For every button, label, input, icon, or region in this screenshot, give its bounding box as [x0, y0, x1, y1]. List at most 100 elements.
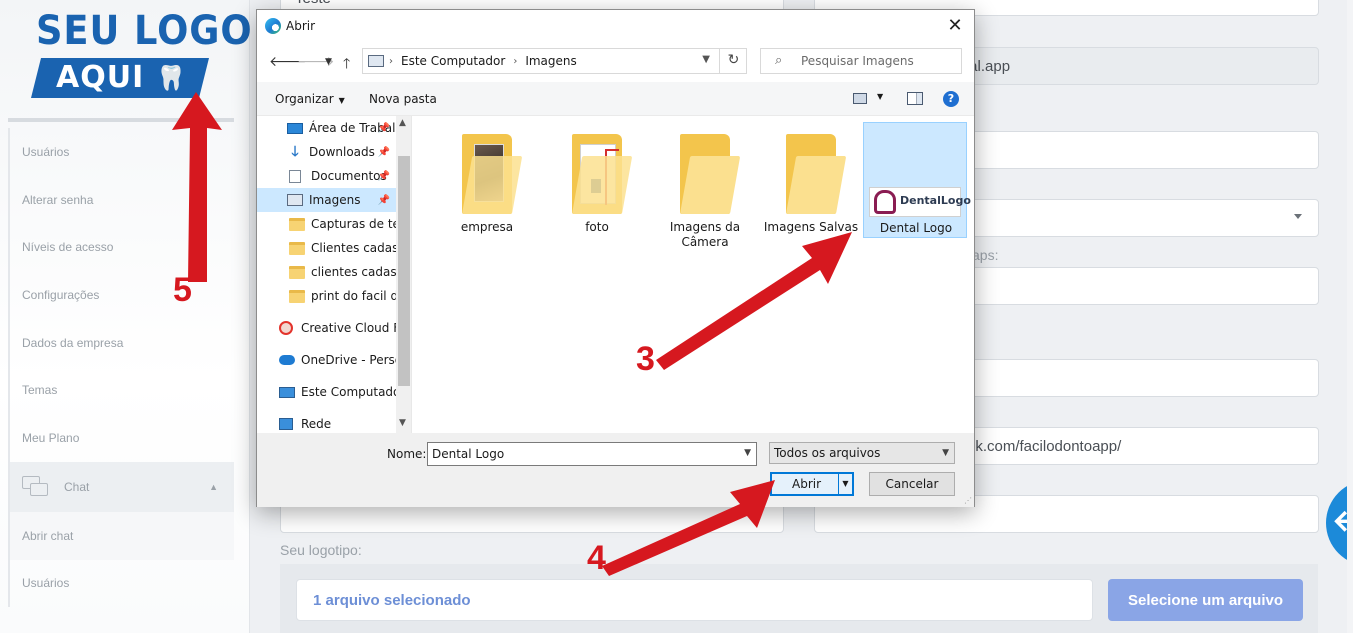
tree-scrollbar[interactable]: ▲ ▼	[396, 116, 411, 433]
preview-pane-icon[interactable]	[907, 92, 923, 105]
dialog-toolbar: Organizar ▼ Nova pasta ▼ ?	[257, 82, 974, 116]
file-name: Dental Logo	[879, 221, 953, 235]
tree-item-folder[interactable]: clientes cadastrados	[257, 260, 396, 284]
sidebar-group-chat[interactable]: Chat ▲	[8, 461, 234, 512]
breadcrumb-item[interactable]: Este Computador	[401, 54, 505, 68]
tree-item-desktop[interactable]: Área de Trabalho📌	[257, 116, 396, 140]
sidebar-nav: Usuários Alterar senha Níveis de acesso …	[8, 128, 234, 608]
sidebar-item-niveis-acesso[interactable]: Níveis de acesso	[8, 223, 234, 272]
tree-item-network[interactable]: Rede	[257, 412, 396, 433]
tree-item-this-pc[interactable]: Este Computador	[257, 380, 396, 404]
document-icon	[289, 169, 301, 183]
file-list: empresa foto Imagens da Câmera Imagens S…	[413, 116, 974, 433]
sidebar-item-configuracoes[interactable]: Configurações	[8, 271, 234, 319]
file-item-folder[interactable]: Imagens da Câmera	[653, 122, 757, 249]
file-type-value: Todos os arquivos	[774, 446, 881, 460]
file-type-select[interactable]: Todos os arquivos ▼	[769, 442, 955, 464]
chevron-right-icon: ›	[389, 55, 393, 67]
sidebar-item-chat-usuarios[interactable]: Usuários	[8, 559, 234, 608]
pin-icon: 📌	[377, 122, 390, 134]
tree-item-creative-cloud[interactable]: Creative Cloud Files	[257, 316, 396, 340]
page-scrollbar[interactable]	[1347, 0, 1353, 633]
sidebar-item-abrir-chat[interactable]: Abrir chat	[8, 511, 234, 560]
file-name: empresa	[460, 220, 514, 234]
sidebar-item-meu-plano[interactable]: Meu Plano	[8, 414, 234, 462]
file-item-folder[interactable]: Imagens Salvas	[759, 122, 863, 238]
close-button[interactable]: ✕	[937, 13, 973, 39]
dialog-footer: Nome: Dental Logo ▼ Todos os arquivos ▼ …	[257, 433, 974, 507]
organize-menu[interactable]: Organizar ▼	[275, 92, 345, 106]
tree-label: Rede	[301, 417, 332, 431]
file-item-image[interactable]: DentalLogo Dental Logo	[863, 122, 971, 238]
help-icon[interactable]: ?	[943, 91, 959, 107]
caret-down-icon[interactable]: ▼	[838, 474, 852, 494]
creative-cloud-icon	[279, 321, 293, 335]
chevron-down-icon	[1294, 214, 1302, 219]
tree-item-downloads[interactable]: 🡓 Downloads 📌	[257, 140, 396, 164]
new-folder-button[interactable]: Nova pasta	[369, 92, 437, 106]
tree-item-documents[interactable]: Documentos 📌	[257, 164, 396, 188]
tree-label: Capturas de tela	[311, 217, 396, 231]
company-logo[interactable]: SEU LOGO AQUI 🦷	[31, 8, 252, 100]
view-icon[interactable]	[853, 93, 867, 104]
open-file-dialog: Abrir ✕ 🡐 🡒 ▼ 🡑 › Este Computador › Imag…	[256, 9, 975, 507]
scroll-down-icon[interactable]: ▼	[399, 418, 406, 428]
thumbnail-text: DentalLogo	[900, 194, 971, 207]
address-bar[interactable]: › Este Computador › Imagens ▼	[362, 48, 747, 74]
tree-item-folder[interactable]: print do facil dental	[257, 284, 396, 308]
up-arrow-icon[interactable]: 🡑	[343, 53, 350, 77]
dialog-titlebar[interactable]: Abrir ✕	[257, 10, 974, 42]
sidebar-group-label: Chat	[64, 479, 90, 494]
select-file-button[interactable]: Selecione um arquivo	[1108, 579, 1303, 621]
filename-input[interactable]: Dental Logo ▼	[427, 442, 757, 466]
chevron-down-icon[interactable]: ▼	[702, 54, 710, 65]
chat-icon	[22, 475, 50, 498]
chevron-down-icon[interactable]: ▼	[744, 448, 751, 458]
sidebar-item-temas[interactable]: Temas	[8, 366, 234, 415]
file-item-folder[interactable]: foto	[545, 122, 649, 238]
scrollbar-thumb[interactable]	[398, 156, 410, 386]
logo-subtext: AQUI	[56, 60, 145, 95]
resize-grip-icon[interactable]: ⋰	[964, 496, 972, 505]
refresh-button[interactable]: ↻	[719, 48, 747, 74]
recent-locations-icon[interactable]: ▼	[325, 57, 332, 67]
upload-status: 1 arquivo selecionado	[296, 579, 1093, 621]
step-number: 3	[636, 340, 655, 378]
sidebar-item-usuarios[interactable]: Usuários	[8, 128, 234, 176]
onedrive-icon	[279, 355, 295, 365]
breadcrumb-item[interactable]: Imagens	[525, 54, 576, 68]
pin-icon: 📌	[377, 194, 390, 206]
sidebar-item-dados-empresa[interactable]: Dados da empresa	[8, 318, 234, 367]
folder-icon	[289, 265, 305, 279]
logo-upload-label: Seu logotipo:	[280, 542, 362, 558]
folder-icon	[462, 134, 523, 214]
cancel-button[interactable]: Cancelar	[869, 472, 955, 496]
chevron-down-icon: ▼	[942, 448, 949, 458]
open-button[interactable]: Abrir ▼	[770, 472, 854, 496]
tree-label: Downloads	[309, 145, 375, 159]
filename-value: Dental Logo	[432, 447, 505, 461]
caret-down-icon[interactable]: ▼	[877, 92, 883, 101]
navigation-pane: Área de Trabalho📌 🡓Downloads📌 Documentos…	[257, 116, 412, 433]
tree-item-onedrive[interactable]: OneDrive - Personal	[257, 348, 396, 372]
filename-label: Nome:	[387, 447, 427, 461]
file-item-folder[interactable]: empresa	[435, 122, 539, 238]
organize-label: Organizar	[275, 92, 334, 106]
field-label: aps:	[972, 247, 999, 263]
tree-item-folder[interactable]: Clientes cadastrados	[257, 236, 396, 260]
download-icon: 🡓	[291, 143, 299, 160]
network-icon	[279, 418, 293, 430]
open-label: Abrir	[792, 477, 822, 491]
pictures-icon	[368, 55, 384, 67]
tree-label: OneDrive - Personal	[301, 353, 396, 367]
tree-label: Clientes cadastrados	[311, 241, 396, 255]
tree-label: Documentos	[311, 169, 387, 183]
tree-item-folder[interactable]: Capturas de tela	[257, 212, 396, 236]
scroll-up-icon[interactable]: ▲	[399, 118, 406, 128]
pin-icon: 📌	[377, 146, 390, 158]
tree-item-pictures[interactable]: Imagens 📌	[257, 188, 396, 212]
search-placeholder: Pesquisar Imagens	[801, 54, 914, 68]
search-input[interactable]: ⌕ Pesquisar Imagens	[760, 48, 962, 74]
tree-label: Creative Cloud Files	[301, 321, 396, 335]
sidebar-item-alterar-senha[interactable]: Alterar senha	[8, 175, 234, 224]
